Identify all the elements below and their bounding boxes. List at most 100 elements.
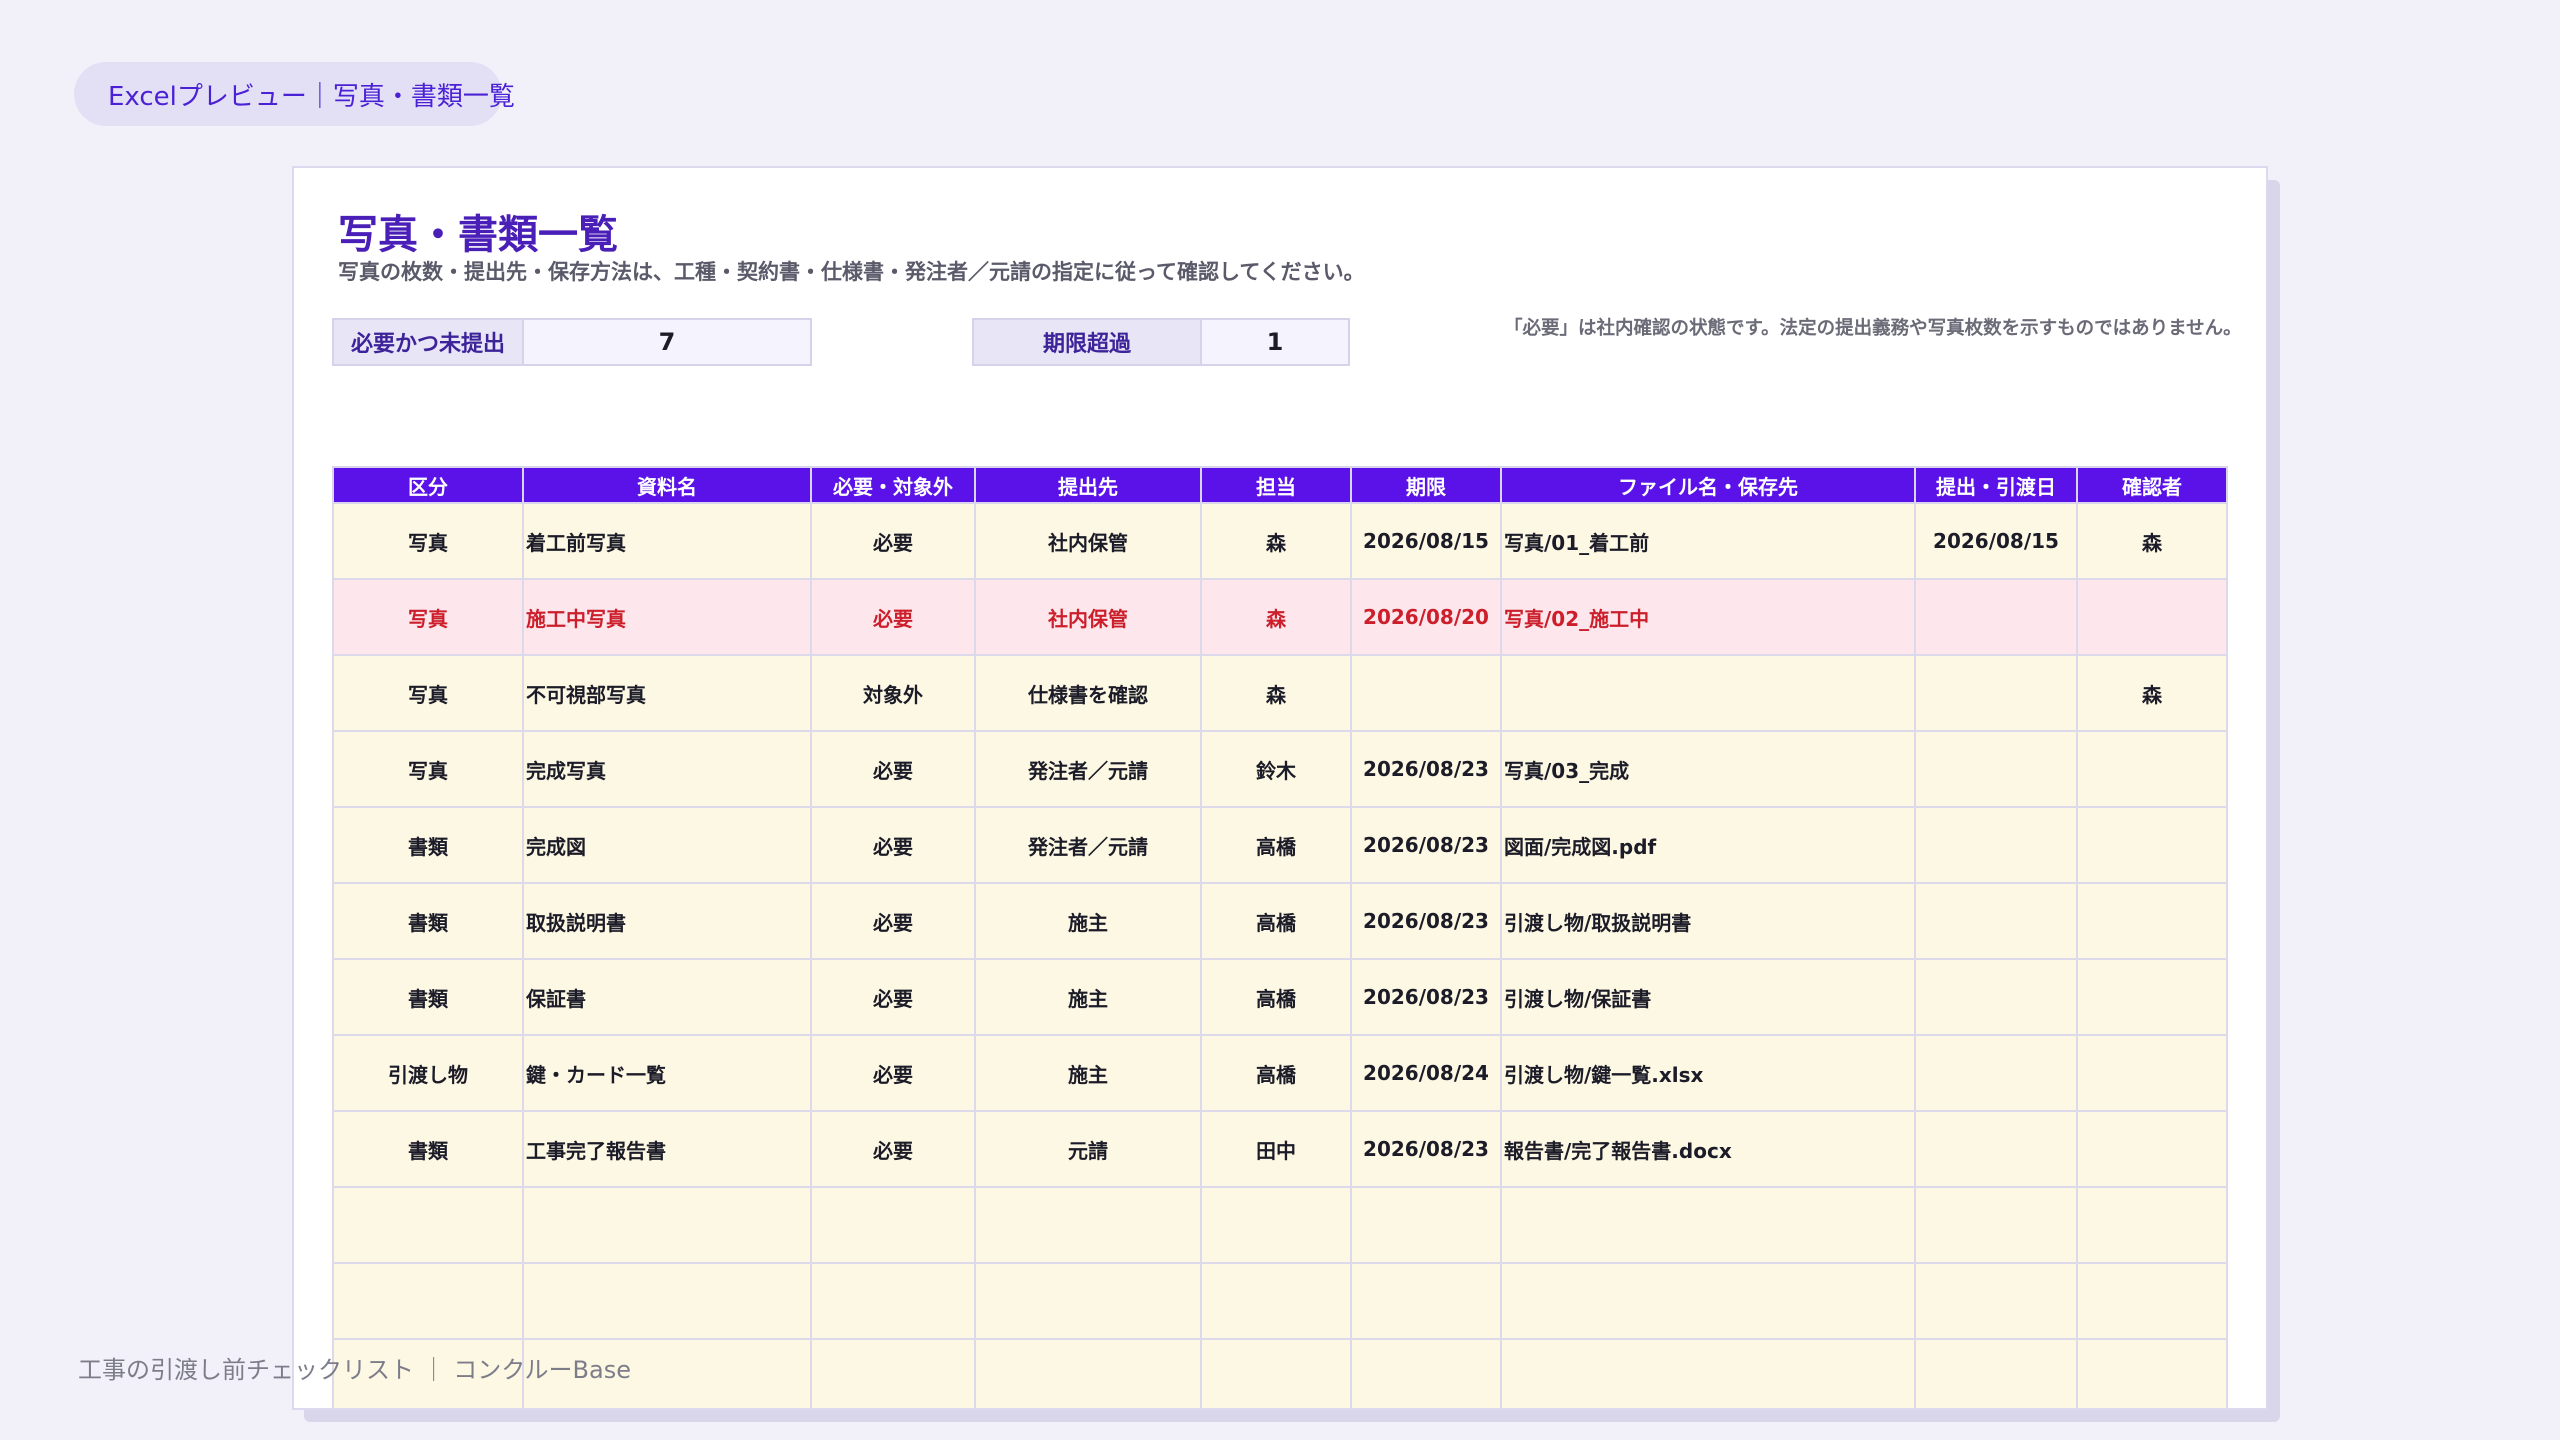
table-cell: 鍵・カード一覧 bbox=[522, 1034, 812, 1112]
table-cell: 必要 bbox=[810, 1110, 976, 1188]
table-cell bbox=[810, 1338, 976, 1408]
table-cell bbox=[522, 1262, 812, 1340]
table-cell bbox=[1350, 1186, 1502, 1264]
table-cell bbox=[2076, 1034, 2228, 1112]
table-cell: 必要 bbox=[810, 578, 976, 656]
table-row bbox=[332, 1186, 2228, 1264]
table-cell: 写真 bbox=[332, 730, 524, 808]
table-cell bbox=[1350, 1262, 1502, 1340]
table-cell bbox=[1350, 1338, 1502, 1408]
table-cell: 田中 bbox=[1200, 1110, 1352, 1188]
table-cell bbox=[810, 1186, 976, 1264]
table-cell: 元請 bbox=[974, 1110, 1202, 1188]
table-cell: 高橋 bbox=[1200, 806, 1352, 884]
stat-value: 1 bbox=[1266, 328, 1284, 356]
preview-label-pill: Excelプレビュー｜写真・書類一覧 bbox=[74, 62, 515, 126]
table-cell: 完成図 bbox=[522, 806, 812, 884]
table-row: 引渡し物 鍵・カード一覧 必要 施主 高橋 2026/08/24 引渡し物/鍵一覧.xlsx bbox=[332, 1034, 2228, 1112]
table-cell bbox=[1350, 654, 1502, 732]
col-header-checker: 確認者 bbox=[2076, 466, 2228, 504]
table-cell: 施主 bbox=[974, 882, 1202, 960]
stat-label: 期限超過 bbox=[974, 320, 1202, 364]
stat-required-unsubmitted: 必要かつ未提出 7 bbox=[332, 318, 812, 366]
table-cell: 必要 bbox=[810, 1034, 976, 1112]
col-header-submit-to: 提出先 bbox=[974, 466, 1202, 504]
table-row bbox=[332, 1262, 2228, 1340]
table-cell bbox=[1914, 730, 2078, 808]
table-row: 書類 取扱説明書 必要 施主 高橋 2026/08/23 引渡し物/取扱説明書 bbox=[332, 882, 2228, 960]
table-cell: 引渡し物 bbox=[332, 1034, 524, 1112]
table-cell: 写真 bbox=[332, 654, 524, 732]
table-cell bbox=[1500, 654, 1916, 732]
table-cell bbox=[2076, 1338, 2228, 1408]
table-cell bbox=[1914, 654, 2078, 732]
table-cell: 仕様書を確認 bbox=[974, 654, 1202, 732]
table-cell bbox=[1914, 578, 2078, 656]
table-cell: 対象外 bbox=[810, 654, 976, 732]
table-cell bbox=[522, 1186, 812, 1264]
table-cell: 工事完了報告書 bbox=[522, 1110, 812, 1188]
table-cell: 写真 bbox=[332, 578, 524, 656]
preview-label: Excelプレビュー｜写真・書類一覧 bbox=[108, 81, 515, 112]
sheet-subtitle: 写真の枚数・提出先・保存方法は、工種・契約書・仕様書・発注者／元請の指定に従って… bbox=[338, 260, 1365, 284]
table-cell bbox=[1200, 1338, 1352, 1408]
table-cell bbox=[974, 1338, 1202, 1408]
table-cell bbox=[1914, 1110, 2078, 1188]
table-cell: 2026/08/23 bbox=[1350, 958, 1502, 1036]
table-cell bbox=[332, 1186, 524, 1264]
table-cell: 高橋 bbox=[1200, 1034, 1352, 1112]
table-cell: 完成写真 bbox=[522, 730, 812, 808]
table-row: 写真 施工中写真 必要 社内保管森 2026/08/20 写真/02_施工中 bbox=[332, 578, 2228, 656]
col-header-due-date: 期限 bbox=[1350, 466, 1502, 504]
table-cell: 写真/03_完成 bbox=[1500, 730, 1916, 808]
table-row: 書類 完成図 必要 発注者／元請 高橋 2026/08/23 図面/完成図.pdf bbox=[332, 806, 2228, 884]
table-cell: 施主 bbox=[974, 958, 1202, 1036]
table-cell bbox=[1914, 958, 2078, 1036]
table-cell: 森 bbox=[2076, 654, 2228, 732]
footer-text: 工事の引渡し前チェックリスト ｜ コンクルーBase bbox=[78, 1356, 631, 1384]
table-cell bbox=[2076, 882, 2228, 960]
table-cell bbox=[974, 1262, 1202, 1340]
table-cell: 森 bbox=[1200, 654, 1352, 732]
table-cell: 保証書 bbox=[522, 958, 812, 1036]
table-cell bbox=[1200, 1186, 1352, 1264]
col-header-category: 区分 bbox=[332, 466, 524, 504]
table-cell: 書類 bbox=[332, 882, 524, 960]
sheet-title: 写真・書類一覧 bbox=[338, 212, 618, 258]
table-cell: 森 bbox=[1200, 578, 1352, 656]
table-cell: 2026/08/15 bbox=[1350, 502, 1502, 580]
table-cell: 写真/02_施工中 bbox=[1500, 578, 1916, 656]
col-header-file-location: ファイル名・保存先 bbox=[1500, 466, 1916, 504]
table-cell bbox=[1914, 806, 2078, 884]
table-cell bbox=[2076, 806, 2228, 884]
table-cell: 書類 bbox=[332, 1110, 524, 1188]
table-cell: 着工前写真 bbox=[522, 502, 812, 580]
table-cell: 取扱説明書 bbox=[522, 882, 812, 960]
col-header-document-name: 資料名 bbox=[522, 466, 812, 504]
table-cell: 引渡し物/取扱説明書 bbox=[1500, 882, 1916, 960]
table-cell: 書類 bbox=[332, 958, 524, 1036]
table-cell: 引渡し物/鍵一覧.xlsx bbox=[1500, 1034, 1916, 1112]
status-note: 「必要」は社内確認の状態です。法定の提出義務や写真枚数を示すものではありません。 bbox=[1504, 318, 2242, 339]
table-cell: 写真 bbox=[332, 502, 524, 580]
table-cell bbox=[2076, 1262, 2228, 1340]
table-cell bbox=[1500, 1262, 1916, 1340]
table-cell bbox=[1500, 1338, 1916, 1408]
table-cell: 報告書/完了報告書.docx bbox=[1500, 1110, 1916, 1188]
table-cell bbox=[1914, 1338, 2078, 1408]
table-cell bbox=[332, 1262, 524, 1340]
table-cell: 高橋 bbox=[1200, 958, 1352, 1036]
documents-table: 区分 資料名 必要・対象外 提出先 担当 期限 ファイル名・保存先 提出・引渡日 確認者 写真着… bbox=[332, 466, 2228, 1408]
table-cell: 2026/08/23 bbox=[1350, 806, 1502, 884]
table-row: 書類 保証書 必要 施主 高橋 2026/08/23 引渡し物/保証書 bbox=[332, 958, 2228, 1036]
table-header-row: 区分 資料名 必要・対象外 提出先 担当 期限 ファイル名・保存先 提出・引渡日 確認者 bbox=[332, 466, 2228, 504]
table-cell bbox=[1914, 882, 2078, 960]
table-cell: 書類 bbox=[332, 806, 524, 884]
table-row: 写真 不可視部写真 対象外 仕様書を確認森森 bbox=[332, 654, 2228, 732]
table-cell: 発注者／元請 bbox=[974, 730, 1202, 808]
table-cell bbox=[2076, 730, 2228, 808]
table-cell: 施工中写真 bbox=[522, 578, 812, 656]
table-cell: 2026/08/23 bbox=[1350, 882, 1502, 960]
spreadsheet-preview: 写真・書類一覧 写真の枚数・提出先・保存方法は、工種・契約書・仕様書・発注者／元… bbox=[292, 166, 2268, 1410]
table-cell: 必要 bbox=[810, 806, 976, 884]
